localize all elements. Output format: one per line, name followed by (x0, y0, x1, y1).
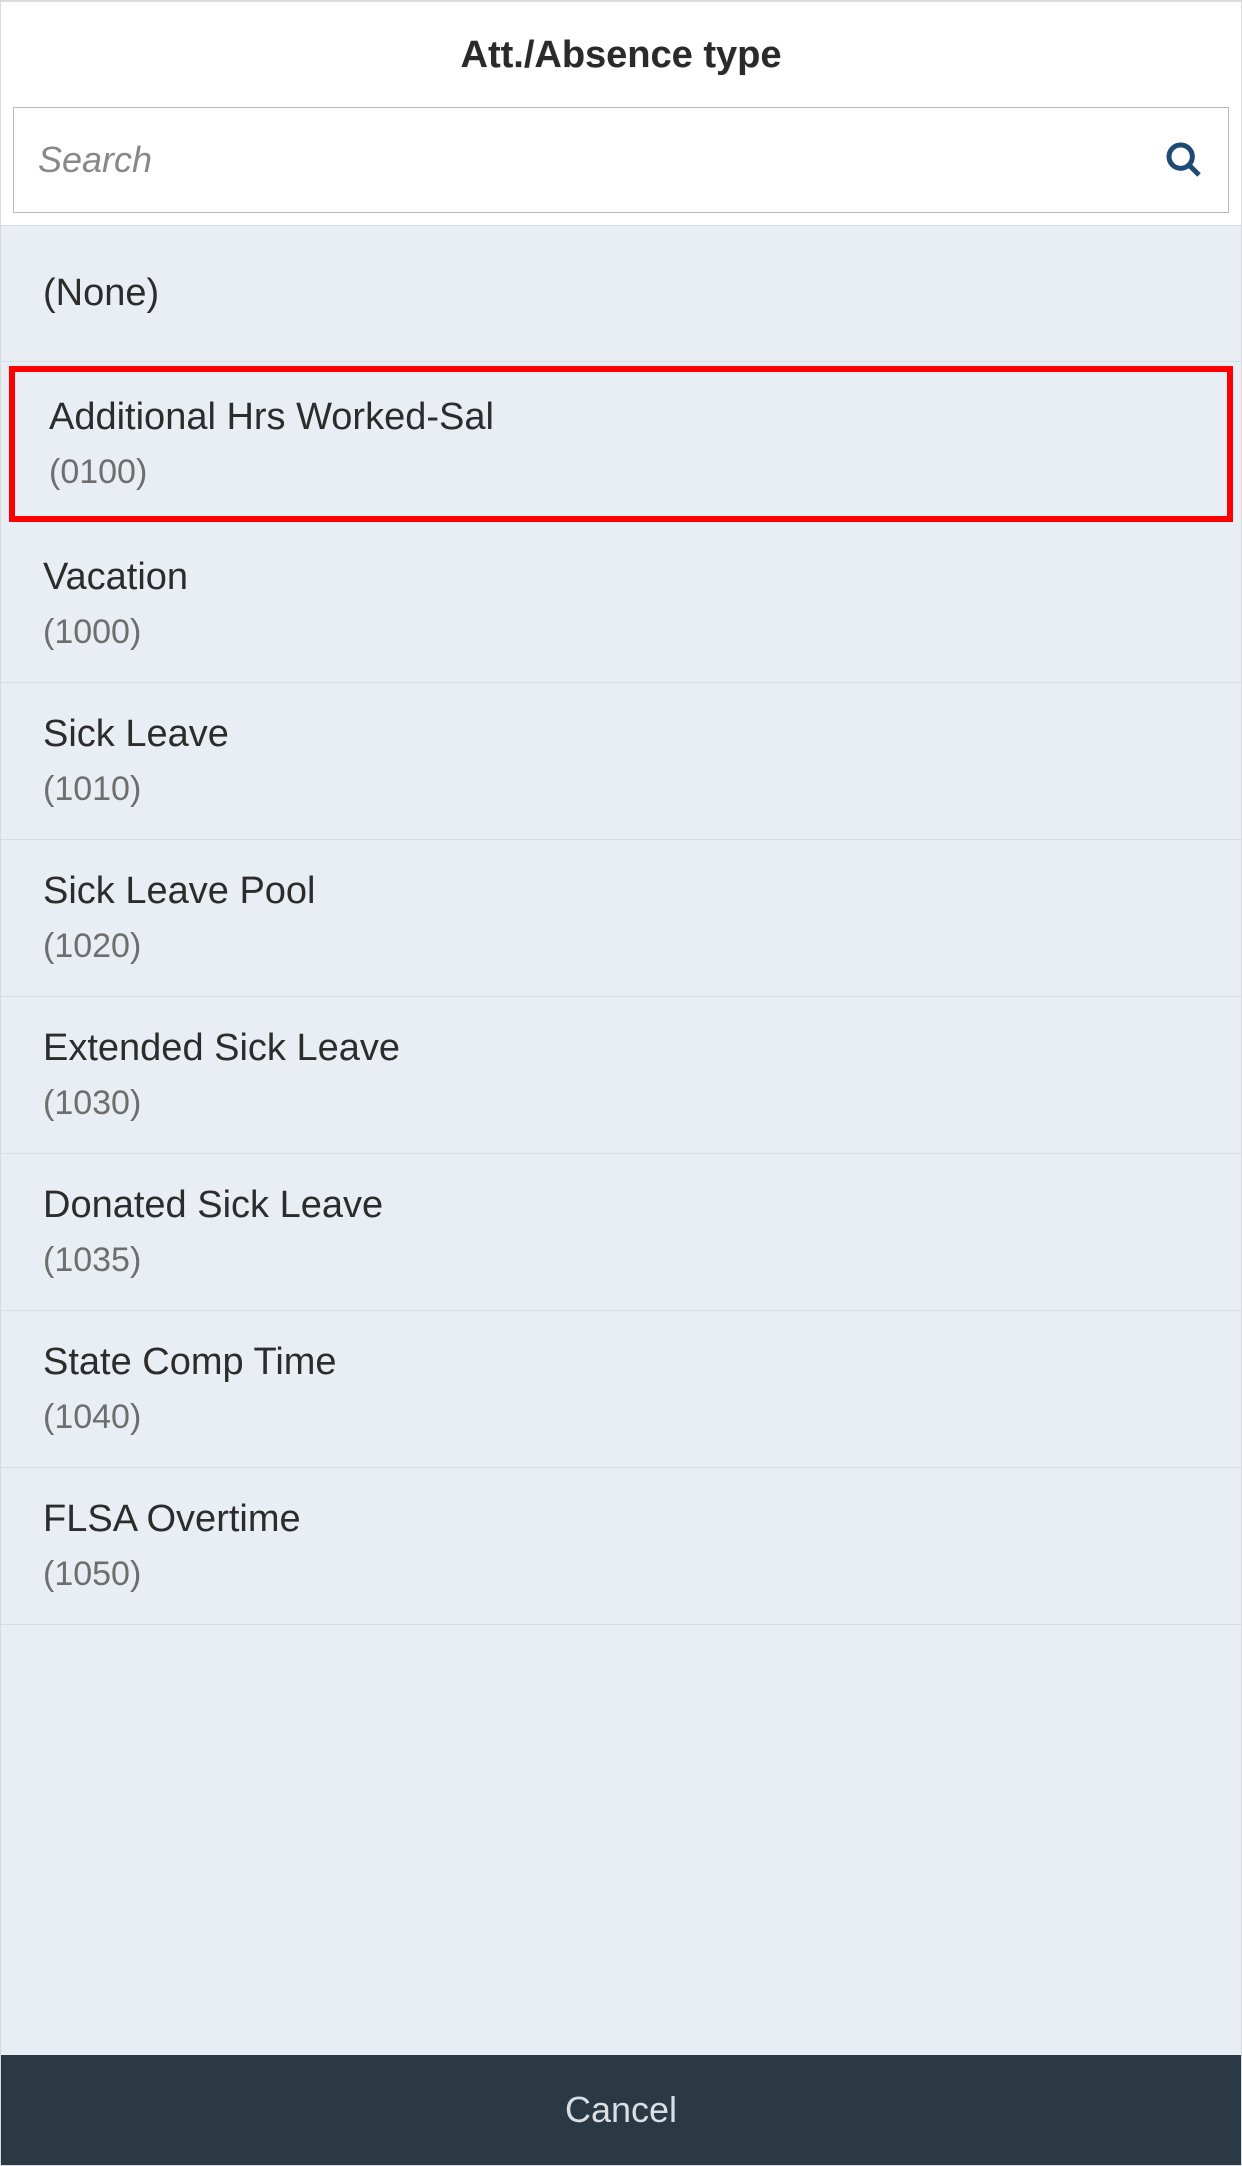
list-item-state-comp-time[interactable]: State Comp Time (1040) (1, 1311, 1241, 1468)
list-item-donated-sick-leave[interactable]: Donated Sick Leave (1035) (1, 1154, 1241, 1311)
dialog-title: Att./Absence type (21, 34, 1221, 77)
list-item-label: Extended Sick Leave (43, 1027, 1199, 1070)
list-item-vacation[interactable]: Vacation (1000) (1, 526, 1241, 683)
list-item-label: Sick Leave Pool (43, 870, 1199, 913)
list-item-partial[interactable] (1, 1625, 1241, 1675)
list-item-code: (1035) (43, 1241, 1199, 1280)
list-item-label: Additional Hrs Worked-Sal (49, 396, 1193, 439)
list-item-additional-hrs[interactable]: Additional Hrs Worked-Sal (0100) (9, 366, 1233, 522)
list-item-code: (1000) (43, 613, 1199, 652)
list-item-extended-sick-leave[interactable]: Extended Sick Leave (1030) (1, 997, 1241, 1154)
list-item-sick-leave-pool[interactable]: Sick Leave Pool (1020) (1, 840, 1241, 997)
list-item-label: Vacation (43, 556, 1199, 599)
list-item-label: State Comp Time (43, 1341, 1199, 1384)
list-item-sick-leave[interactable]: Sick Leave (1010) (1, 683, 1241, 840)
list-item-code: (1040) (43, 1398, 1199, 1437)
options-list: (None) Additional Hrs Worked-Sal (0100) … (1, 225, 1241, 2055)
cancel-button[interactable]: Cancel (565, 2089, 677, 2131)
list-item-label: FLSA Overtime (43, 1498, 1199, 1541)
list-item-label: Sick Leave (43, 713, 1199, 756)
dialog-footer[interactable]: Cancel (1, 2055, 1241, 2165)
list-item-label: Donated Sick Leave (43, 1184, 1199, 1227)
list-item-code: (1020) (43, 927, 1199, 966)
list-item-code: (1010) (43, 770, 1199, 809)
list-item-label: (None) (43, 272, 1199, 315)
search-container (1, 107, 1241, 225)
list-item-none[interactable]: (None) (1, 225, 1241, 362)
list-item-code: (1050) (43, 1555, 1199, 1594)
list-item-flsa-overtime[interactable]: FLSA Overtime (1050) (1, 1468, 1241, 1625)
dialog-header: Att./Absence type (1, 1, 1241, 107)
search-input[interactable] (38, 139, 1164, 181)
search-icon[interactable] (1164, 140, 1204, 180)
list-item-code: (1030) (43, 1084, 1199, 1123)
list-item-code: (0100) (49, 453, 1193, 492)
search-box[interactable] (13, 107, 1229, 213)
